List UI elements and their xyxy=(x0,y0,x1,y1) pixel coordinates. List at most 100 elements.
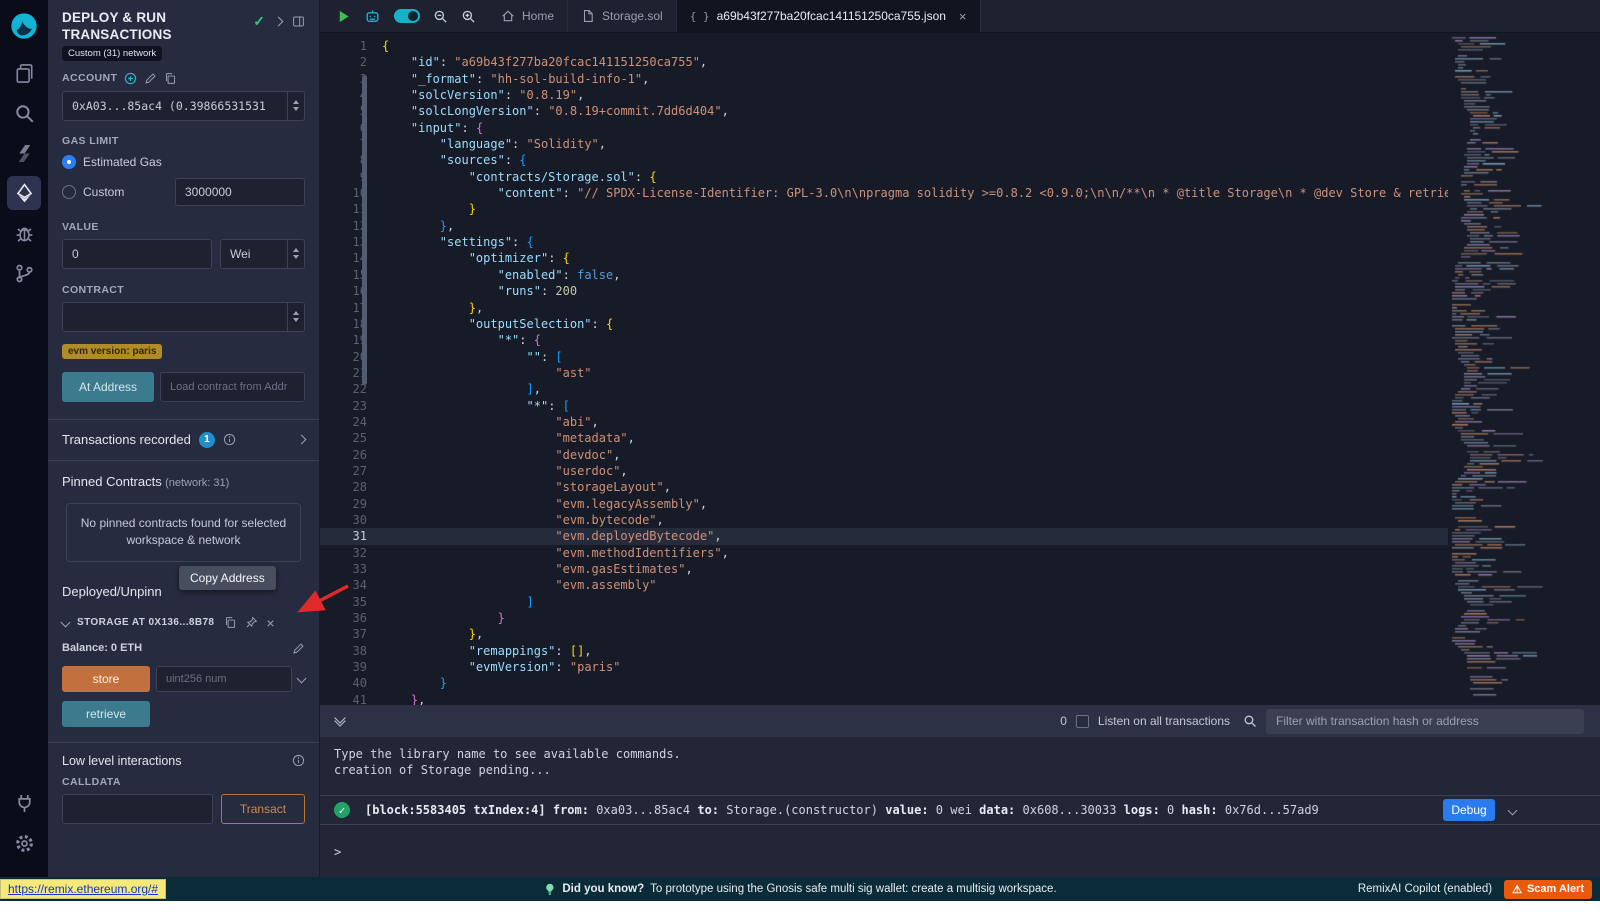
git-icon[interactable] xyxy=(7,256,41,290)
code-line[interactable]: 4 "solcVersion": "0.8.19", xyxy=(320,87,1448,103)
code-line[interactable]: 8 "sources": { xyxy=(320,152,1448,168)
at-address-input[interactable] xyxy=(160,372,305,402)
store-arg-input[interactable] xyxy=(156,666,292,692)
code-line[interactable]: 32 "evm.methodIdentifiers", xyxy=(320,545,1448,561)
code-line[interactable]: 19 "*": { xyxy=(320,332,1448,348)
tab-home[interactable]: Home xyxy=(488,0,568,32)
file-explorer-icon[interactable] xyxy=(7,56,41,90)
terminal-filter-input[interactable] xyxy=(1266,709,1584,734)
custom-gas-radio[interactable] xyxy=(62,185,76,199)
code-line[interactable]: 5 "solcLongVersion": "0.8.19+commit.7dd6… xyxy=(320,103,1448,119)
collapse-contract-icon[interactable] xyxy=(61,618,71,628)
panel-scrollbar[interactable] xyxy=(362,75,367,385)
remove-contract-icon[interactable]: × xyxy=(266,615,274,631)
account-stepper[interactable] xyxy=(287,92,304,120)
chevron-right-icon[interactable] xyxy=(274,17,284,27)
code-line[interactable]: 10 "content": "// SPDX-License-Identifie… xyxy=(320,185,1448,201)
code-line[interactable]: 28 "storageLayout", xyxy=(320,479,1448,495)
pin-panel-icon[interactable] xyxy=(292,15,305,28)
code-line[interactable]: 23 "*": [ xyxy=(320,398,1448,414)
listen-checkbox[interactable] xyxy=(1076,715,1089,728)
copilot-toggle[interactable] xyxy=(394,9,420,23)
code-line[interactable]: 20 "": [ xyxy=(320,349,1448,365)
code-line[interactable]: 37 }, xyxy=(320,626,1448,642)
code-line[interactable]: 16 "runs": 200 xyxy=(320,283,1448,299)
pin-contract-icon[interactable] xyxy=(245,616,258,629)
run-script-icon[interactable] xyxy=(336,9,351,24)
transact-button[interactable]: Transact xyxy=(221,794,305,824)
code-line[interactable]: 27 "userdoc", xyxy=(320,463,1448,479)
value-input[interactable] xyxy=(62,239,212,269)
code-line[interactable]: 36 } xyxy=(320,610,1448,626)
custom-gas-input[interactable] xyxy=(175,178,305,206)
code-line[interactable]: 41 }, xyxy=(320,692,1448,705)
settings-gear-icon[interactable] xyxy=(7,826,41,860)
code-line[interactable]: 26 "devdoc", xyxy=(320,447,1448,463)
code-editor[interactable]: 1{2 "id": "a69b43f277ba20fcac141151250ca… xyxy=(320,33,1448,705)
code-line[interactable]: 21 "ast" xyxy=(320,365,1448,381)
code-line[interactable]: 33 "evm.gasEstimates", xyxy=(320,561,1448,577)
code-line[interactable]: 34 "evm.assembly" xyxy=(320,577,1448,593)
store-button[interactable]: store xyxy=(62,666,150,692)
close-tab-icon[interactable]: × xyxy=(959,9,967,24)
info-icon[interactable] xyxy=(223,433,236,446)
zoom-in-icon[interactable] xyxy=(461,9,476,24)
search-icon[interactable] xyxy=(7,96,41,130)
scam-alert-badge[interactable]: ⚠Scam Alert xyxy=(1504,880,1592,899)
code-line[interactable]: 11 } xyxy=(320,201,1448,217)
tab-storage-sol[interactable]: Storage.sol xyxy=(568,0,677,32)
remix-ai-icon[interactable] xyxy=(364,8,381,25)
code-line[interactable]: 22 ], xyxy=(320,381,1448,397)
terminal[interactable]: Type the library name to see available c… xyxy=(320,737,1600,877)
collapse-terminal-icon[interactable] xyxy=(336,718,344,725)
code-line[interactable]: 18 "outputSelection": { xyxy=(320,316,1448,332)
terminal-search-icon[interactable] xyxy=(1243,714,1257,728)
code-line[interactable]: 38 "remappings": [], xyxy=(320,643,1448,659)
calldata-input[interactable] xyxy=(62,794,213,824)
solidity-compiler-icon[interactable] xyxy=(7,136,41,170)
debugger-icon[interactable] xyxy=(7,216,41,250)
code-line[interactable]: 9 "contracts/Storage.sol": { xyxy=(320,169,1448,185)
code-line[interactable]: 13 "settings": { xyxy=(320,234,1448,250)
code-line[interactable]: 35 ] xyxy=(320,594,1448,610)
code-line[interactable]: 12 }, xyxy=(320,218,1448,234)
code-line[interactable]: 30 "evm.bytecode", xyxy=(320,512,1448,528)
copy-address-icon[interactable] xyxy=(224,616,237,629)
expand-transactions-icon[interactable] xyxy=(297,435,307,445)
estimated-gas-radio[interactable] xyxy=(62,155,76,169)
deploy-and-run-icon[interactable] xyxy=(7,176,41,210)
copy-account-icon[interactable] xyxy=(164,72,177,85)
code-line[interactable]: 7 "language": "Solidity", xyxy=(320,136,1448,152)
code-line[interactable]: 39 "evmVersion": "paris" xyxy=(320,659,1448,675)
zoom-out-icon[interactable] xyxy=(433,9,448,24)
code-line[interactable]: 14 "optimizer": { xyxy=(320,250,1448,266)
code-line[interactable]: 40 } xyxy=(320,675,1448,691)
low-level-info-icon[interactable] xyxy=(292,754,305,767)
remix-logo-icon[interactable] xyxy=(9,11,39,41)
code-line[interactable]: 2 "id": "a69b43f277ba20fcac141151250ca75… xyxy=(320,54,1448,70)
sign-message-icon[interactable] xyxy=(144,72,157,85)
contract-select[interactable] xyxy=(62,302,305,332)
code-line[interactable]: 15 "enabled": false, xyxy=(320,267,1448,283)
code-line[interactable]: 24 "abi", xyxy=(320,414,1448,430)
transaction-log-row[interactable]: ✓ [block:5583405 txIndex:4] from: 0xa03.… xyxy=(320,795,1600,825)
plugin-manager-icon[interactable] xyxy=(7,786,41,820)
code-line[interactable]: 29 "evm.legacyAssembly", xyxy=(320,496,1448,512)
retrieve-button[interactable]: retrieve xyxy=(62,701,150,727)
code-line[interactable]: 25 "metadata", xyxy=(320,430,1448,446)
listen-label[interactable]: Listen on all transactions xyxy=(1098,714,1230,728)
at-address-button[interactable]: At Address xyxy=(62,372,154,402)
account-select[interactable]: 0xA03...85ac4 (0.39866531531 xyxy=(62,91,305,121)
tab-build-info-json[interactable]: { } a69b43f277ba20fcac141151250ca755.jso… xyxy=(677,0,981,32)
code-line[interactable]: 31 "evm.deployedBytecode", xyxy=(320,528,1448,544)
code-line[interactable]: 1{ xyxy=(320,38,1448,54)
code-line[interactable]: 6 "input": { xyxy=(320,120,1448,136)
code-line[interactable]: 17 }, xyxy=(320,300,1448,316)
debug-button[interactable]: Debug xyxy=(1443,799,1495,821)
edit-balance-icon[interactable] xyxy=(292,642,305,655)
terminal-prompt[interactable]: > xyxy=(334,845,1600,859)
value-unit-select[interactable]: Wei xyxy=(220,239,305,269)
code-line[interactable]: 3 "_format": "hh-sol-build-info-1", xyxy=(320,71,1448,87)
minimap[interactable] xyxy=(1448,33,1560,705)
expand-transaction-icon[interactable] xyxy=(1508,805,1518,815)
